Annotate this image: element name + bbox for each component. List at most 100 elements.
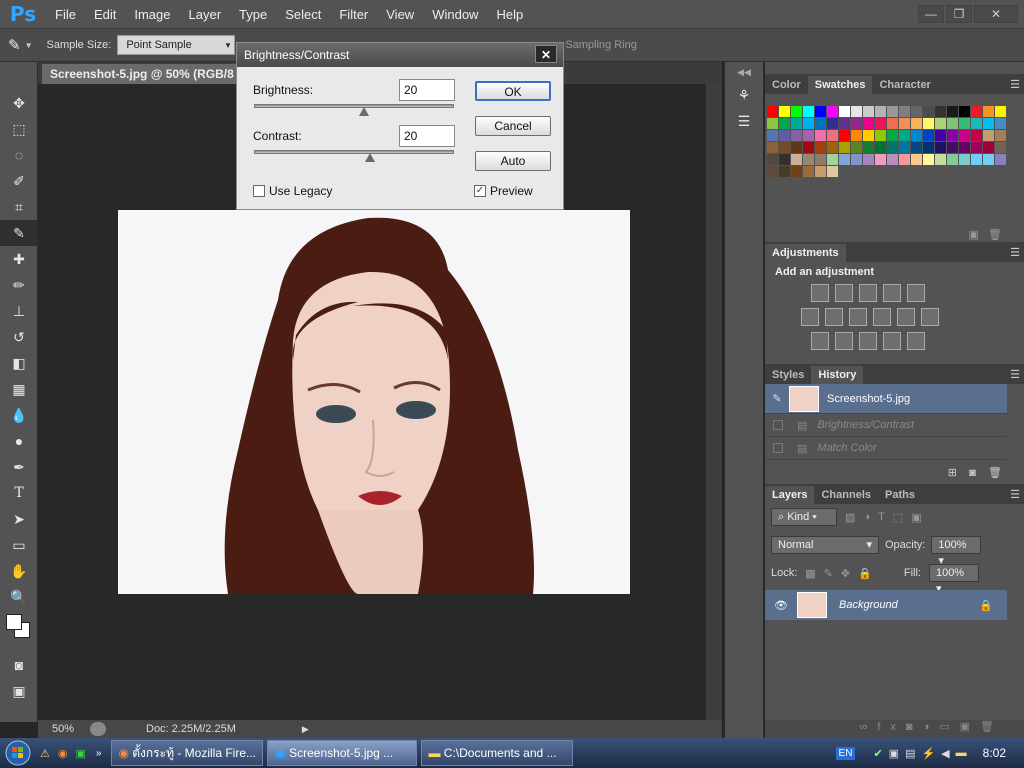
new-swatch-icon[interactable]: ▣ (968, 229, 978, 241)
link-layers-icon[interactable]: ∞ (860, 721, 878, 733)
shape-tool-icon[interactable]: ▭ (0, 532, 38, 558)
move-tool-icon[interactable]: ✥ (0, 90, 38, 116)
menu-help[interactable]: Help (487, 7, 532, 22)
swatch[interactable] (935, 118, 946, 129)
swatch[interactable] (815, 118, 826, 129)
swatch[interactable] (767, 130, 778, 141)
swatch[interactable] (767, 166, 778, 177)
tab-character[interactable]: Character (872, 76, 937, 94)
swatch[interactable] (911, 142, 922, 153)
new-adjustment-layer-icon[interactable]: ◑ (923, 721, 940, 733)
swatch[interactable] (767, 154, 778, 165)
contrast-slider-thumb[interactable] (365, 153, 375, 162)
swatch[interactable] (923, 154, 934, 165)
swatch[interactable] (887, 118, 898, 129)
swatch[interactable] (971, 106, 982, 117)
firefox-quicklaunch-icon[interactable]: ◉ (58, 747, 68, 760)
threshold-adjust-icon[interactable] (859, 332, 877, 350)
swatch[interactable] (947, 130, 958, 141)
swatch[interactable] (911, 130, 922, 141)
taskbar-photoshop[interactable]: ▣ Screenshot-5.jpg ... (267, 740, 418, 766)
vibrance-adjust-icon[interactable] (907, 284, 925, 302)
swatch[interactable] (791, 166, 802, 177)
tab-color[interactable]: Color (765, 76, 808, 94)
hand-tool-icon[interactable]: ✋ (0, 558, 38, 584)
fill-field[interactable]: 100% ▾ (928, 564, 979, 595)
camera-icon[interactable]: ◙ (969, 467, 976, 479)
swatch[interactable] (851, 154, 862, 165)
swatch[interactable] (839, 142, 850, 153)
swatch[interactable] (959, 118, 970, 129)
document-image[interactable] (118, 210, 630, 594)
swatch[interactable] (815, 154, 826, 165)
tray-icon[interactable]: ▣ (889, 747, 899, 760)
swatch[interactable] (827, 142, 838, 153)
delete-swatch-icon[interactable]: 🗑 (988, 229, 1002, 241)
properties-icon[interactable]: ☰ (725, 108, 763, 134)
path-selection-tool-icon[interactable]: ➤ (0, 506, 38, 532)
posterize-adjust-icon[interactable] (835, 332, 853, 350)
swatch[interactable] (959, 130, 970, 141)
filter-pixel-icon[interactable]: ▨ (845, 511, 855, 524)
swatch[interactable] (995, 118, 1006, 129)
color-balance-adjust-icon[interactable] (825, 308, 843, 326)
add-mask-icon[interactable]: ◙ (906, 721, 923, 733)
swatch[interactable] (947, 118, 958, 129)
swatches-grid[interactable] (765, 94, 1024, 177)
swatch[interactable] (971, 142, 982, 153)
swatch[interactable] (791, 154, 802, 165)
swatch[interactable] (863, 106, 874, 117)
new-layer-icon[interactable]: ▣ (960, 721, 980, 733)
swatch[interactable] (899, 106, 910, 117)
use-legacy-row[interactable]: Use Legacy (253, 184, 332, 198)
more-quicklaunch-icon[interactable]: » (96, 748, 102, 759)
tray-icon[interactable]: ⚡ (921, 747, 935, 760)
swatch[interactable] (779, 166, 790, 177)
lock-position-icon[interactable]: ✥ (841, 567, 850, 580)
layer-filter-kind[interactable]: ⌕ Kind ▾ (771, 508, 837, 526)
swatch[interactable] (983, 142, 994, 153)
brightness-adjust-icon[interactable] (811, 284, 829, 302)
swatch[interactable] (995, 142, 1006, 153)
history-snapshot[interactable]: ✎ Screenshot-5.jpg (765, 384, 1007, 414)
brightness-input[interactable] (399, 79, 455, 101)
swatch[interactable] (995, 130, 1006, 141)
brush-tool-icon[interactable]: ✏ (0, 272, 38, 298)
swatch[interactable] (839, 130, 850, 141)
swatch[interactable] (791, 118, 802, 129)
swatch[interactable] (815, 130, 826, 141)
filter-adjustment-icon[interactable]: ◑ (863, 511, 870, 523)
swatch[interactable] (983, 130, 994, 141)
volume-icon[interactable]: ◀ (941, 747, 949, 760)
swatch[interactable] (935, 130, 946, 141)
swatch[interactable] (779, 118, 790, 129)
collapse-arrows-icon[interactable]: ◀◀ (725, 62, 763, 82)
lock-transparent-icon[interactable]: ▩ (805, 567, 815, 580)
eyedropper-icon[interactable]: ✎ (8, 36, 21, 54)
exposure-adjust-icon[interactable] (883, 284, 901, 302)
opacity-field[interactable]: 100% ▾ (931, 536, 982, 567)
dialog-title-bar[interactable]: Brightness/Contrast ✕ (237, 43, 563, 67)
swatch[interactable] (851, 106, 862, 117)
document-tab[interactable]: Screenshot-5.jpg @ 50% (RGB/8 (42, 64, 262, 84)
swatch[interactable] (827, 130, 838, 141)
blur-tool-icon[interactable]: 💧 (0, 402, 38, 428)
swatch[interactable] (899, 154, 910, 165)
swatch[interactable] (779, 142, 790, 153)
tray-icon[interactable]: ✔ (873, 747, 882, 760)
swatch[interactable] (887, 142, 898, 153)
new-document-from-state-icon[interactable]: ⊞ (948, 467, 957, 479)
menu-type[interactable]: Type (230, 7, 276, 22)
panel-menu-icon[interactable]: ☰ (1010, 76, 1024, 94)
menu-edit[interactable]: Edit (85, 7, 125, 22)
swatch[interactable] (887, 154, 898, 165)
swatch[interactable] (779, 106, 790, 117)
swatch[interactable] (815, 106, 826, 117)
panel-menu-icon[interactable]: ☰ (1010, 244, 1024, 262)
swatch[interactable] (863, 130, 874, 141)
brush-presets-icon[interactable]: ⚘ (725, 82, 763, 108)
swatch[interactable] (863, 142, 874, 153)
swatch[interactable] (827, 106, 838, 117)
chat-quicklaunch-icon[interactable]: ▣ (75, 747, 85, 760)
preview-row[interactable]: ✓ Preview (474, 184, 533, 198)
